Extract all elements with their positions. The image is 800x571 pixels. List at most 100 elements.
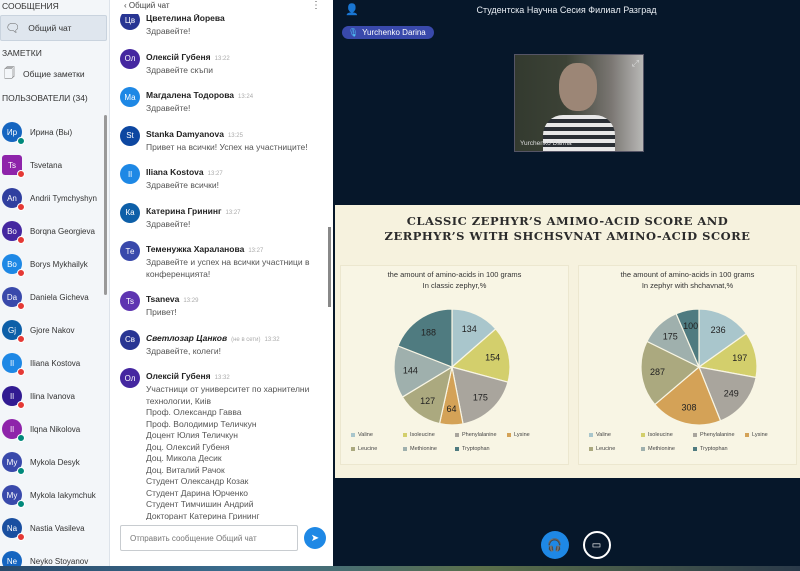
message-time: 13:27 bbox=[207, 171, 223, 177]
message-author: Теменужка Хараланова bbox=[146, 244, 245, 254]
avatar: My bbox=[2, 452, 25, 475]
user-status-icon bbox=[17, 500, 25, 508]
talker-name: Yurchenko Darina bbox=[362, 28, 426, 37]
user-name: Ирина (Вы) bbox=[30, 127, 73, 137]
send-button[interactable]: ➤ bbox=[304, 527, 326, 549]
user-list-item[interactable]: Ир Ирина (Вы) bbox=[2, 118, 72, 146]
video-person-face bbox=[559, 63, 597, 111]
avatar-initials: Ол bbox=[124, 373, 136, 383]
legend-label: Leucine bbox=[596, 446, 616, 452]
legend-item: Methionine bbox=[641, 446, 693, 452]
avatar-initials: My bbox=[6, 490, 18, 500]
message-time: 13:27 bbox=[225, 209, 241, 216]
chat-message: St Stanka Damyanova 13:25 Привет на всички!… bbox=[110, 124, 333, 154]
user-name: Mykola Iakymchuk bbox=[30, 490, 96, 500]
user-status-icon bbox=[17, 269, 25, 277]
pie-data-label: 175 bbox=[473, 393, 488, 403]
pie-data-label: 127 bbox=[420, 396, 435, 406]
users-scrollbar[interactable] bbox=[104, 115, 107, 295]
pie-data-label: 249 bbox=[724, 388, 739, 398]
avatar: Na bbox=[2, 518, 25, 541]
chart-legend: Valine Isoleucine Phenylalanine Lysine Leuci… bbox=[351, 432, 561, 452]
avatar: Ма bbox=[120, 87, 140, 107]
message-author: Олексій Губеня bbox=[146, 371, 211, 381]
offline-label: (не в сети) bbox=[231, 336, 261, 343]
user-list-item[interactable]: Bo Borys Mykhailyk bbox=[2, 250, 88, 278]
chat-scrollbar[interactable] bbox=[328, 227, 331, 307]
video-user-name: Yurchenko Darina bbox=[520, 140, 572, 147]
legend-label: Leucine bbox=[358, 446, 378, 452]
users-panel: СООБЩЕНИЯ 🗨 Общий чат ЗАМЕТКИ 🗍 Общие заме… bbox=[0, 0, 110, 566]
pie-data-label: 175 bbox=[663, 332, 678, 342]
user-list-item[interactable]: An Andrii Tymchyshyn bbox=[2, 184, 97, 212]
public-chat-item[interactable]: 🗨 Общий чат bbox=[0, 15, 107, 41]
legend-swatch bbox=[693, 447, 697, 451]
webcam-off-icon: ▭ bbox=[591, 539, 602, 551]
avatar-initials: Ол bbox=[124, 54, 136, 63]
user-list-item[interactable]: Na Nastia Vasileva bbox=[2, 514, 85, 542]
pie-data-label: 197 bbox=[732, 353, 747, 363]
fullscreen-icon[interactable]: ⤢ bbox=[632, 58, 639, 69]
user-list-item[interactable]: My Mykola Desyk bbox=[2, 448, 80, 476]
slide-title: CLASSIC ZEPHYR’S AMIMO-ACID SCORE AND ZER… bbox=[335, 214, 800, 244]
avatar-initials: Ка bbox=[125, 208, 135, 217]
user-status-icon bbox=[17, 203, 25, 211]
webcam-video[interactable]: Yurchenko Darina ⤢ bbox=[514, 54, 644, 152]
audio-button[interactable]: 🎧 bbox=[540, 531, 569, 559]
message-author: Stanka Damyanova bbox=[146, 128, 224, 139]
chat-menu-icon[interactable]: ⋮ bbox=[311, 0, 321, 11]
main-area: 👤 Студентска Научна Сесия Филиал Разград… bbox=[333, 0, 800, 566]
chart-legend: Valine Isoleucine Phenylalanine Lysine Leuci… bbox=[589, 432, 799, 452]
avatar: Bo bbox=[2, 221, 25, 244]
public-chat-label: Общий чат bbox=[28, 23, 72, 33]
legend-swatch bbox=[589, 447, 593, 451]
avatar-initials: Ts bbox=[126, 296, 134, 306]
message-text: Здравейте, колеги! bbox=[146, 345, 221, 356]
chat-title[interactable]: Общий чат bbox=[129, 1, 170, 10]
chat-message: Те Теменужка Хараланова 13:27 Здравейте и у… bbox=[110, 239, 333, 280]
avatar-initials: Da bbox=[6, 292, 18, 302]
slide-title-line-1: CLASSIC ZEPHYR’S AMIMO-ACID SCORE AND bbox=[406, 214, 729, 228]
user-list-item[interactable]: Ts Tsvetana bbox=[2, 151, 62, 179]
user-name: Andrii Tymchyshyn bbox=[30, 193, 97, 203]
shared-notes-item[interactable]: 🗍 Общие заметки bbox=[0, 61, 109, 87]
legend-item: Valine bbox=[589, 432, 641, 438]
avatar: Ол bbox=[120, 368, 140, 388]
chart-shchavnat: the amount of amino-acids in 100 grams I… bbox=[578, 265, 797, 465]
avatar: Те bbox=[120, 241, 140, 261]
microphone-icon: 🎙 bbox=[348, 28, 359, 37]
message-text: Здравейте всички! bbox=[146, 180, 220, 190]
user-list-item[interactable]: Gj Gjore Nakov bbox=[2, 316, 74, 344]
user-list-item[interactable]: Da Daniela Gicheva bbox=[2, 283, 89, 311]
avatar: Цв bbox=[120, 14, 140, 30]
user-status-icon bbox=[17, 137, 25, 145]
message-author: Цветелина Йорева bbox=[146, 14, 225, 23]
message-author: Олексій Губеня bbox=[146, 51, 211, 62]
user-list-item[interactable]: Ne Neyko Stoyanov bbox=[2, 547, 88, 566]
chat-message: Цв Цветелина Йорева Здравейте! bbox=[110, 14, 333, 38]
share-webcam-button[interactable]: ▭ bbox=[582, 531, 611, 559]
user-status-icon bbox=[17, 368, 25, 376]
user-list-item[interactable]: My Mykola Iakymchuk bbox=[2, 481, 96, 509]
legend-item: Valine bbox=[351, 432, 403, 438]
legend-item: Leucine bbox=[351, 446, 403, 452]
message-author: Tsaneva bbox=[146, 294, 180, 304]
slide-title-line-2: ZERPHYR’S WITH SHCHSVNAT AMINO-ACID SCOR… bbox=[384, 229, 751, 243]
legend-item: Tryptophan bbox=[455, 446, 507, 452]
user-list-item[interactable]: Il Iliana Kostova bbox=[2, 349, 80, 377]
chat-message-input[interactable] bbox=[120, 525, 298, 551]
avatar: St bbox=[120, 125, 140, 146]
message-text: Здравейте и успех на всички участници в … bbox=[146, 257, 310, 279]
user-status-icon bbox=[17, 170, 25, 178]
user-name: Iliana Kostova bbox=[30, 358, 81, 368]
avatar-initials: Na bbox=[6, 523, 18, 533]
user-list-item[interactable]: Il Ilina Ivanova bbox=[2, 382, 75, 410]
user-list-item[interactable]: Il Ilqna Nikolova bbox=[2, 415, 80, 443]
avatar: Ts bbox=[120, 291, 140, 311]
message-text: Привет! bbox=[146, 307, 177, 317]
legend-label: Tryptophan bbox=[462, 446, 490, 452]
avatar-initials: Il bbox=[10, 358, 14, 368]
message-author: Iliana Kostova bbox=[146, 167, 204, 177]
user-list-item[interactable]: Bo Borqna Georgieva bbox=[2, 217, 95, 245]
message-author: Светлозар Цанков bbox=[146, 332, 228, 343]
